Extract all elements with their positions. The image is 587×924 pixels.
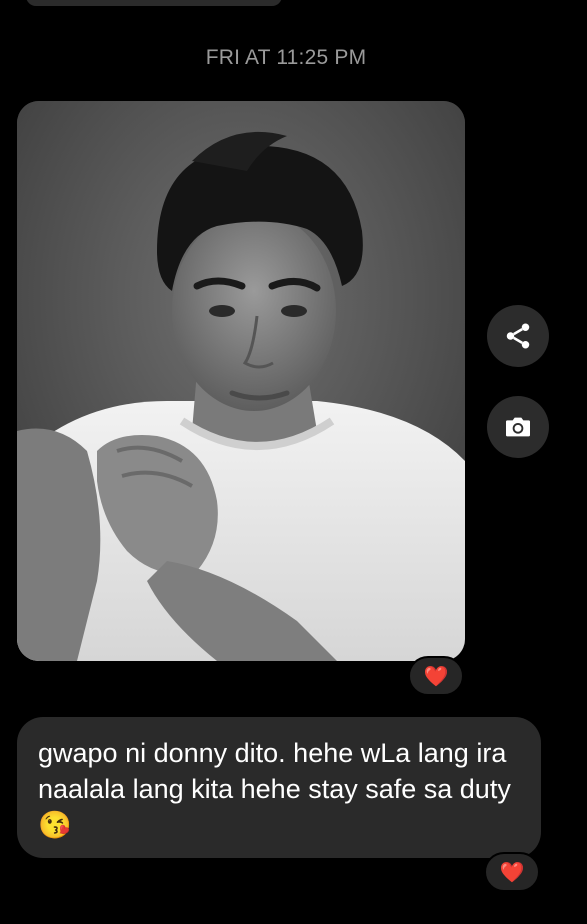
text-message-bubble[interactable]: gwapo ni donny dito. hehe wLa lang ira n… [17, 717, 541, 858]
message-text: gwapo ni donny dito. hehe wLa lang ira n… [38, 738, 511, 840]
photo-reaction-heart[interactable]: ❤️ [408, 656, 464, 696]
previous-message-bubble[interactable] [26, 0, 282, 6]
share-icon [506, 323, 530, 349]
share-button[interactable] [487, 305, 549, 367]
camera-button[interactable] [487, 396, 549, 458]
heart-icon: ❤️ [423, 665, 449, 688]
text-reaction-heart[interactable]: ❤️ [484, 852, 540, 892]
camera-icon [506, 417, 530, 437]
message-timestamp: FRI AT 11:25 PM [205, 46, 367, 69]
portrait-photo [17, 101, 465, 661]
photo-message[interactable] [17, 101, 465, 661]
heart-icon: ❤️ [499, 861, 525, 884]
